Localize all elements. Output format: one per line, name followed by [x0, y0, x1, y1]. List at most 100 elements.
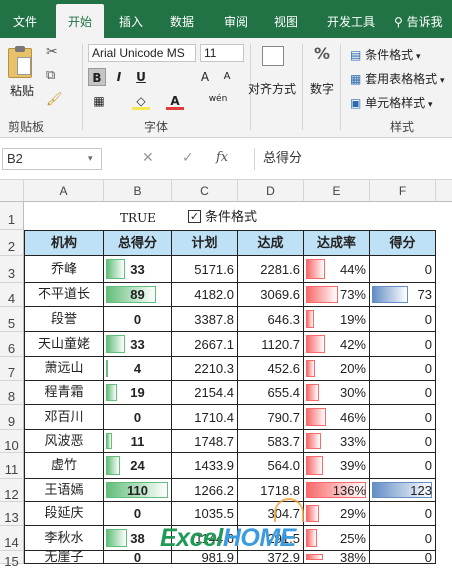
cell-name[interactable]: 程青霜 — [24, 381, 104, 405]
cell-done[interactable]: 1120.7 — [238, 332, 304, 357]
row-header[interactable]: 4 — [0, 283, 24, 307]
format-as-table-button[interactable]: ▦ 套用表格格式 ▾ — [350, 70, 445, 87]
cell-score[interactable]: 0 — [104, 502, 172, 526]
tab-review[interactable]: 审阅 — [216, 0, 256, 38]
cell-score[interactable]: 0 — [104, 405, 172, 430]
cell-pts[interactable]: 0 — [370, 430, 436, 453]
cell-name[interactable]: 风波恶 — [24, 430, 104, 453]
table-header-rate[interactable]: 达成率 — [304, 230, 370, 256]
cell-rate[interactable]: 30% — [304, 381, 370, 405]
enter-icon[interactable]: ✓ — [182, 150, 194, 166]
cell-pts[interactable]: 0 — [370, 405, 436, 430]
bold-button[interactable]: B — [88, 68, 106, 86]
cell-plan[interactable]: 2210.3 — [172, 357, 238, 381]
italic-button[interactable]: I — [110, 68, 128, 86]
cell-name[interactable]: 不平道长 — [24, 283, 104, 307]
table-header-score[interactable]: 总得分 — [104, 230, 172, 256]
cell-rate[interactable]: 136% — [304, 479, 370, 502]
row-header[interactable]: 1 — [0, 202, 24, 230]
cell-pts[interactable]: 0 — [370, 453, 436, 479]
cell-pts[interactable]: 0 — [370, 502, 436, 526]
cell-done[interactable]: 564.0 — [238, 453, 304, 479]
cell-pts[interactable]: 0 — [370, 307, 436, 332]
cell-name[interactable]: 虚竹 — [24, 453, 104, 479]
select-all-corner[interactable] — [0, 180, 24, 202]
row-header[interactable]: 15 — [0, 551, 24, 569]
cell-rate[interactable]: 29% — [304, 502, 370, 526]
row-header[interactable]: 2 — [0, 230, 24, 256]
cell-pts[interactable]: 0 — [370, 332, 436, 357]
conditional-format-button[interactable]: ▤ 条件格式 ▾ — [350, 46, 421, 63]
col-header-b[interactable]: B — [104, 180, 172, 202]
cell-name[interactable]: 王语嫣 — [24, 479, 104, 502]
font-grow-icon[interactable]: A — [196, 68, 214, 86]
cell-pts[interactable]: 0 — [370, 381, 436, 405]
cell-pts[interactable]: 73 — [370, 283, 436, 307]
row-header[interactable]: 12 — [0, 479, 24, 502]
borders-icon[interactable]: ▦ — [90, 92, 108, 110]
percent-icon[interactable]: % — [314, 44, 330, 63]
cell-done[interactable]: 646.3 — [238, 307, 304, 332]
cell-name[interactable]: 萧远山 — [24, 357, 104, 381]
cell-plan[interactable]: 5171.6 — [172, 256, 238, 283]
row-header[interactable]: 5 — [0, 307, 24, 332]
tab-insert[interactable]: 插入 — [112, 0, 150, 38]
cell-done[interactable]: 3069.6 — [238, 283, 304, 307]
cell-rate[interactable]: 39% — [304, 453, 370, 479]
cell-plan[interactable]: 1748.7 — [172, 430, 238, 453]
alignment-button[interactable]: 对齐方式 — [248, 80, 296, 97]
cell-name[interactable]: 乔峰 — [24, 256, 104, 283]
cell-name[interactable]: 天山童姥 — [24, 332, 104, 357]
cell-score[interactable]: 33 — [104, 332, 172, 357]
cell-score[interactable]: 24 — [104, 453, 172, 479]
table-header-plan[interactable]: 计划 — [172, 230, 238, 256]
cell-done[interactable]: 583.7 — [238, 430, 304, 453]
row-header[interactable]: 10 — [0, 430, 24, 453]
font-shrink-icon[interactable]: A — [218, 68, 236, 86]
cell-score[interactable]: 89 — [104, 283, 172, 307]
table-header-pts[interactable]: 得分 — [370, 230, 436, 256]
cell-pts[interactable]: 0 — [370, 526, 436, 551]
cell-name[interactable]: 无崖子 — [24, 551, 104, 564]
cancel-icon[interactable]: ✕ — [142, 150, 154, 166]
row-header[interactable]: 11 — [0, 453, 24, 479]
cell-name[interactable]: 段誉 — [24, 307, 104, 332]
cell-plan[interactable]: 3387.8 — [172, 307, 238, 332]
cell-name[interactable]: 段延庆 — [24, 502, 104, 526]
cell-done[interactable]: 790.7 — [238, 405, 304, 430]
row-header[interactable]: 7 — [0, 357, 24, 381]
cell-plan[interactable]: 1035.5 — [172, 502, 238, 526]
cell-rate[interactable]: 33% — [304, 430, 370, 453]
font-name-combo[interactable]: Arial Unicode MS — [88, 44, 196, 62]
cell-pts[interactable]: 0 — [370, 256, 436, 283]
format-painter-icon[interactable]: 🖌 — [46, 92, 63, 107]
col-header-a[interactable]: A — [24, 180, 104, 202]
cell-rate[interactable]: 44% — [304, 256, 370, 283]
cell-done[interactable]: 655.4 — [238, 381, 304, 405]
cell-plan[interactable]: 1433.9 — [172, 453, 238, 479]
cell-score[interactable]: 0 — [104, 307, 172, 332]
formula-input[interactable]: 总得分 — [254, 148, 452, 170]
cell-rate[interactable]: 38% — [304, 551, 370, 564]
table-header-done[interactable]: 达成 — [238, 230, 304, 256]
fx-icon[interactable]: fx — [216, 150, 228, 165]
tab-home[interactable]: 开始 — [56, 4, 104, 38]
cell-b1[interactable]: TRUE — [104, 206, 172, 230]
cell-rate[interactable]: 25% — [304, 526, 370, 551]
cell-score[interactable]: 4 — [104, 357, 172, 381]
cell-rate[interactable]: 73% — [304, 283, 370, 307]
tab-developer[interactable]: 开发工具 — [318, 0, 384, 38]
cell-name[interactable]: 邓百川 — [24, 405, 104, 430]
tab-file[interactable]: 文件 — [6, 0, 44, 38]
align-icon[interactable] — [262, 46, 284, 66]
cell-plan[interactable]: 2154.4 — [172, 381, 238, 405]
cell-done[interactable]: 2281.6 — [238, 256, 304, 283]
font-color-icon[interactable]: A — [166, 92, 184, 110]
cell-plan[interactable]: 4182.0 — [172, 283, 238, 307]
paste-icon[interactable] — [8, 46, 32, 78]
number-button[interactable]: 数字 — [310, 80, 334, 97]
cell-pts[interactable]: 123 — [370, 479, 436, 502]
cell-plan[interactable]: 1710.4 — [172, 405, 238, 430]
cell-pts[interactable]: 0 — [370, 551, 436, 564]
cell-score[interactable]: 19 — [104, 381, 172, 405]
